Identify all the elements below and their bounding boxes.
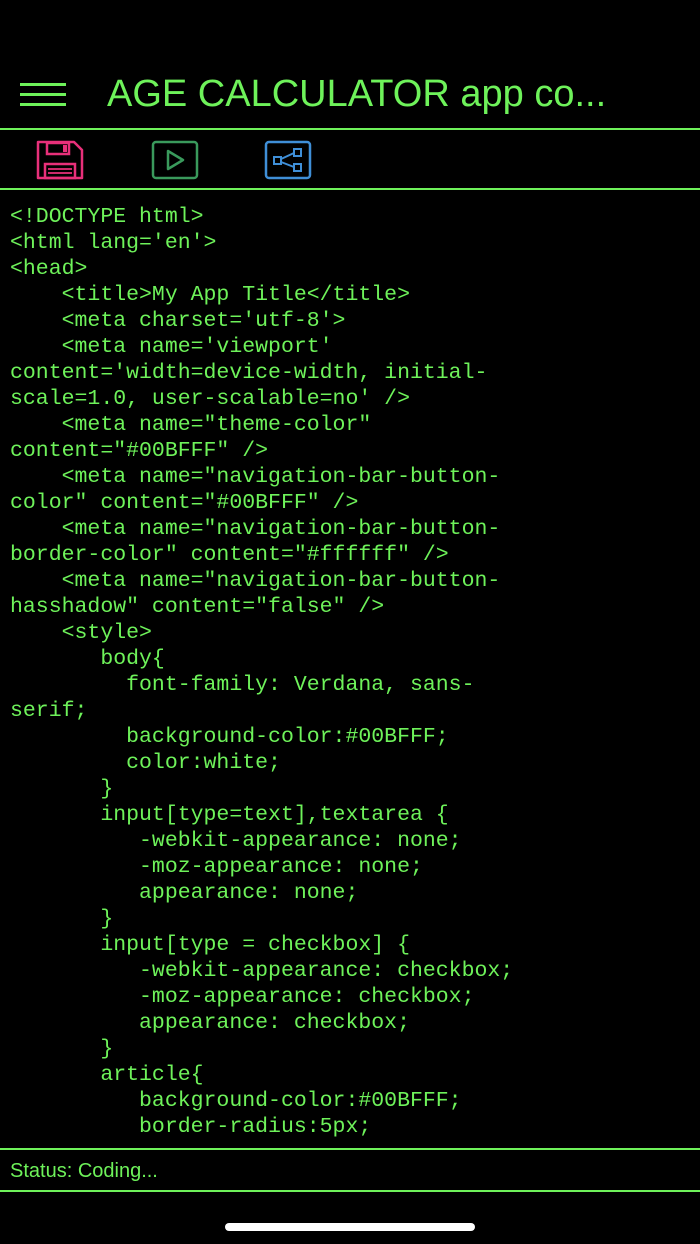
code-line: hasshadow" content="false" /> [10,595,385,619]
code-line: <meta name="navigation-bar-button- [10,465,501,489]
code-line: appearance: checkbox; [10,1011,410,1035]
code-line: } [10,907,114,931]
code-line: color" content="#00BFFF" /> [10,491,359,515]
code-line: article{ [10,1063,204,1087]
code-line: serif; [10,699,88,723]
code-line: background-color:#00BFFF; [10,1089,462,1113]
code-line: <style> [10,621,152,645]
code-line: } [10,1037,114,1061]
code-line: scale=1.0, user-scalable=no' /> [10,387,410,411]
save-icon [36,140,84,180]
code-line: font-family: Verdana, sans- [10,673,475,697]
share-button[interactable] [264,140,312,180]
status-text: Status: Coding... [10,1160,158,1182]
code-line: background-color:#00BFFF; [10,725,449,749]
code-line: color:white; [10,751,281,775]
code-line: input[type = checkbox] { [10,933,410,957]
status-bar: Status: Coding... [0,1148,700,1192]
code-line: <html lang='en'> [10,231,217,255]
code-line: -webkit-appearance: none; [10,829,462,853]
app-header: AGE CALCULATOR app co... [0,0,700,130]
code-line: <title>My App Title</title> [10,283,410,307]
code-line: <meta charset='utf-8'> [10,309,346,333]
code-line: appearance: none; [10,881,359,905]
code-line: content='width=device-width, initial- [10,361,488,385]
code-line: } [10,777,114,801]
code-line: <meta name="navigation-bar-button- [10,517,501,541]
hamburger-menu-icon[interactable] [20,80,68,110]
share-icon [264,140,312,180]
toolbar [0,130,700,190]
code-line: <!DOCTYPE html> [10,205,204,229]
code-line: <head> [10,257,88,281]
code-line: <meta name="navigation-bar-button- [10,569,501,593]
code-editor[interactable]: <!DOCTYPE html> <html lang='en'> <head> <t… [0,190,700,1148]
code-line: -moz-appearance: none; [10,855,423,879]
code-line: border-radius:5px; [10,1115,372,1139]
code-line: -moz-appearance: checkbox; [10,985,475,1009]
code-line: border-color" content="#ffffff" /> [10,543,449,567]
home-indicator [225,1223,475,1231]
save-button[interactable] [36,140,84,180]
code-line: body{ [10,647,165,671]
code-line: content="#00BFFF" /> [10,439,269,463]
run-button[interactable] [151,140,199,180]
play-icon [151,140,199,180]
code-line: <meta name="theme-color" [10,413,372,437]
code-line: <meta name='viewport' [10,335,333,359]
page-title: AGE CALCULATOR app co... [107,73,607,115]
code-line: input[type=text],textarea { [10,803,449,827]
code-line: -webkit-appearance: checkbox; [10,959,514,983]
